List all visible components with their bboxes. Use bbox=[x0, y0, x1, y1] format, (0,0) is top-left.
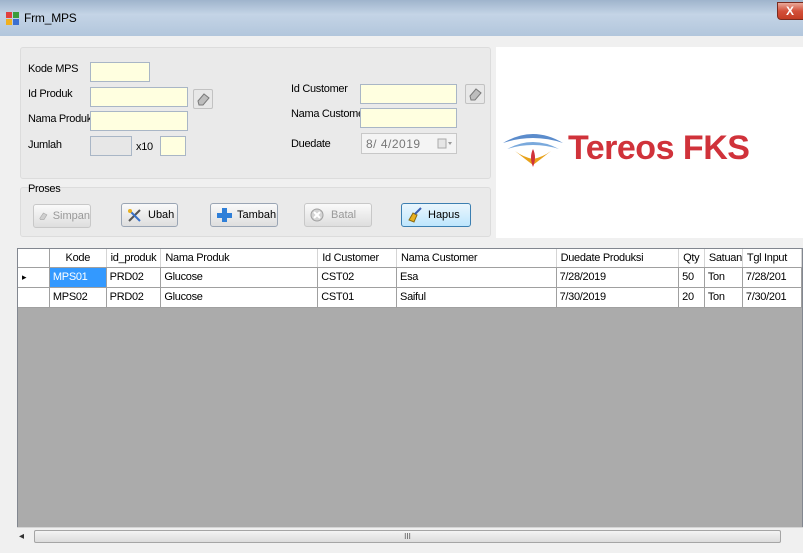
table-cell[interactable]: CST01 bbox=[317, 287, 398, 308]
jumlah-label: Jumlah bbox=[28, 139, 62, 151]
eraser-icon bbox=[469, 88, 482, 101]
column-header[interactable]: Nama Produk bbox=[160, 249, 319, 268]
table-cell[interactable]: MPS01 bbox=[49, 267, 107, 288]
column-header[interactable]: Duedate Produksi bbox=[556, 249, 680, 268]
duedate-picker[interactable]: 8/ 4/2019 bbox=[361, 133, 457, 154]
id-produk-label: Id Produk bbox=[28, 88, 73, 100]
eraser-icon bbox=[197, 93, 210, 106]
column-header[interactable]: Kode bbox=[49, 249, 107, 268]
broom-icon bbox=[408, 207, 422, 223]
row-header-corner bbox=[18, 249, 50, 268]
tereos-logo-mark bbox=[503, 134, 563, 167]
column-header[interactable]: id_produk bbox=[106, 249, 162, 268]
bottom-edge bbox=[0, 544, 803, 553]
nama-customer-input[interactable] bbox=[361, 109, 456, 127]
ubah-label: Ubah bbox=[148, 209, 175, 221]
id-customer-lookup-button[interactable] bbox=[465, 84, 485, 104]
table-cell[interactable]: Ton bbox=[704, 287, 743, 308]
batal-button[interactable]: Batal bbox=[304, 203, 372, 227]
x10-field[interactable] bbox=[160, 136, 186, 156]
calendar-dropdown-icon[interactable] bbox=[437, 138, 453, 150]
logo-wordmark: Tereos FKS bbox=[568, 129, 750, 167]
id-customer-input[interactable] bbox=[361, 85, 456, 103]
id-produk-lookup-button[interactable] bbox=[193, 89, 213, 109]
ubah-button[interactable]: Ubah bbox=[121, 203, 178, 227]
jumlah-field[interactable] bbox=[90, 136, 132, 156]
simpan-label: Simpan bbox=[52, 210, 90, 222]
table-cell[interactable]: 20 bbox=[678, 287, 705, 308]
table-cell[interactable]: PRD02 bbox=[106, 267, 162, 288]
cancel-icon bbox=[310, 208, 324, 222]
duedate-label: Duedate bbox=[291, 138, 331, 150]
table-cell[interactable]: 7/28/2019 bbox=[556, 267, 680, 288]
proses-group-label: Proses bbox=[28, 183, 61, 195]
jumlah-input[interactable] bbox=[91, 137, 131, 155]
column-header[interactable]: Nama Customer bbox=[396, 249, 557, 268]
table-cell[interactable]: 7/30/201 bbox=[742, 287, 802, 308]
close-button[interactable]: X bbox=[777, 2, 803, 20]
tambah-label: Tambah bbox=[237, 209, 277, 221]
nama-produk-field[interactable] bbox=[90, 111, 188, 131]
mps-data-grid[interactable]: Kode id_produk Nama Produk Id Customer N… bbox=[17, 248, 803, 544]
table-cell[interactable]: Glucose bbox=[160, 287, 319, 308]
save-icon bbox=[39, 212, 48, 220]
scroll-left-icon[interactable]: ◂ bbox=[19, 531, 31, 542]
edit-tools-icon bbox=[128, 209, 141, 222]
table-cell[interactable]: PRD02 bbox=[106, 287, 162, 308]
scroll-thumb[interactable]: III bbox=[34, 530, 781, 543]
nama-produk-input[interactable] bbox=[91, 112, 187, 130]
table-cell[interactable]: Esa bbox=[396, 267, 557, 288]
table-cell[interactable]: 7/28/201 bbox=[742, 267, 802, 288]
frm-mps-window: Frm_MPS X Kode MPS Id Produk Nama Produk… bbox=[0, 0, 803, 553]
table-header-row: Kode id_produk Nama Produk Id Customer N… bbox=[18, 249, 802, 268]
hapus-button[interactable]: Hapus bbox=[401, 203, 471, 227]
hapus-label: Hapus bbox=[428, 209, 460, 221]
horizontal-scrollbar[interactable]: ◂ III bbox=[17, 527, 803, 544]
kode-mps-input[interactable] bbox=[91, 63, 149, 81]
table-cell[interactable]: Ton bbox=[704, 267, 743, 288]
window-title: Frm_MPS bbox=[24, 11, 77, 25]
column-header[interactable]: Id Customer bbox=[317, 249, 398, 268]
mps-table: Kode id_produk Nama Produk Id Customer N… bbox=[18, 249, 802, 308]
id-produk-field[interactable] bbox=[90, 87, 188, 107]
id-produk-input[interactable] bbox=[91, 88, 187, 106]
table-row[interactable]: MPS02 PRD02 Glucose CST01 Saiful 7/30/20… bbox=[18, 287, 802, 308]
table-row[interactable]: ▸ MPS01 PRD02 Glucose CST02 Esa 7/28/201… bbox=[18, 267, 802, 288]
title-bar[interactable]: Frm_MPS X bbox=[0, 0, 803, 36]
current-row-indicator[interactable]: ▸ bbox=[18, 267, 50, 288]
simpan-button[interactable]: Simpan bbox=[33, 204, 91, 228]
id-customer-label: Id Customer bbox=[291, 83, 348, 95]
row-header[interactable] bbox=[18, 287, 50, 308]
table-cell[interactable]: 7/30/2019 bbox=[556, 287, 680, 308]
table-cell[interactable]: 50 bbox=[678, 267, 705, 288]
logo-area: Tereos FKS bbox=[496, 47, 803, 238]
table-cell[interactable]: MPS02 bbox=[49, 287, 107, 308]
add-plus-icon bbox=[217, 208, 232, 222]
batal-label: Batal bbox=[331, 209, 357, 221]
tambah-button[interactable]: Tambah bbox=[210, 203, 278, 227]
app-form-icon bbox=[6, 12, 19, 25]
nama-customer-label: Nama Customer bbox=[291, 108, 368, 120]
kode-mps-label: Kode MPS bbox=[28, 63, 79, 75]
nama-produk-label: Nama Produk bbox=[28, 113, 92, 125]
kode-mps-field[interactable] bbox=[90, 62, 150, 82]
table-cell[interactable]: Saiful bbox=[396, 287, 557, 308]
column-header[interactable]: Satuan bbox=[704, 249, 743, 268]
x10-label: x10 bbox=[136, 141, 153, 153]
column-header[interactable]: Qty bbox=[678, 249, 705, 268]
x10-input[interactable] bbox=[161, 137, 185, 155]
id-customer-field[interactable] bbox=[360, 84, 457, 104]
duedate-value: 8/ 4/2019 bbox=[366, 137, 421, 151]
table-cell[interactable]: Glucose bbox=[160, 267, 319, 288]
column-header[interactable]: Tgl Input bbox=[742, 249, 802, 268]
nama-customer-field[interactable] bbox=[360, 108, 457, 128]
table-cell[interactable]: CST02 bbox=[317, 267, 398, 288]
